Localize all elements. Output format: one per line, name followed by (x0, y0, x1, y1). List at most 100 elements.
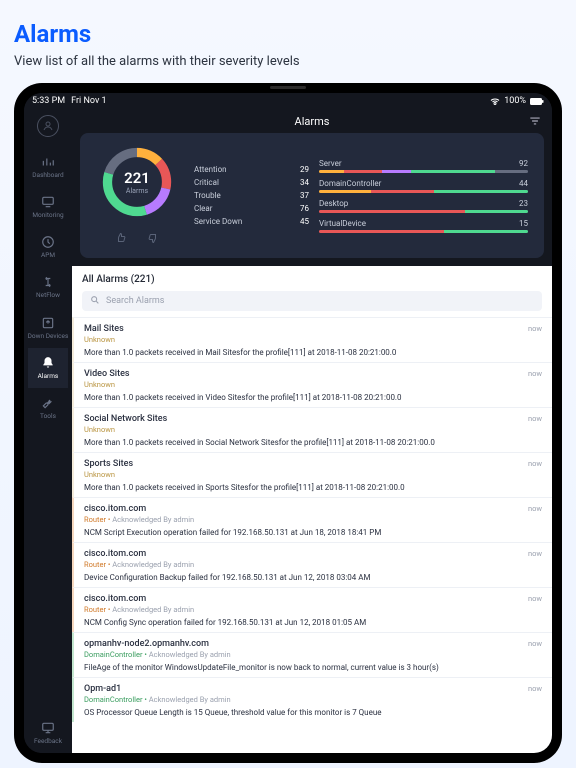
sidebar-item-apm[interactable]: APM (28, 227, 69, 267)
severity-count: 45 (300, 217, 309, 226)
severity-row[interactable]: Critical 34 (194, 178, 309, 187)
category-row[interactable]: VirtualDevice15 (319, 219, 528, 233)
severity-donut-chart: 221 Alarms (98, 143, 176, 221)
alarm-message: More than 1.0 packets received in Video … (84, 393, 542, 402)
alarm-title: Opm-ad1 (84, 684, 121, 694)
sidebar-item-label: Alarms (38, 373, 59, 380)
severity-row[interactable]: Attention 29 (194, 165, 309, 174)
thumbs-up-icon[interactable] (115, 229, 127, 248)
alarm-subtitle: Unknown (84, 380, 542, 389)
status-date: Fri Nov 1 (71, 96, 106, 106)
sidebar-item-label: Tools (40, 413, 56, 420)
alarm-title: Sports Sites (84, 459, 133, 469)
alarm-message: Device Configuration Backup failed for 1… (84, 573, 542, 582)
severity-name: Service Down (194, 217, 242, 226)
alarm-time: now (528, 369, 542, 378)
alarm-item[interactable]: cisco.itom.comnowRouter • Acknowledged B… (72, 587, 552, 632)
alarm-item[interactable]: cisco.itom.comnowRouter • Acknowledged B… (72, 497, 552, 542)
page-subtitle: View list of all the alarms with their s… (14, 54, 562, 69)
alarm-time: now (528, 324, 542, 333)
alarm-title: Mail Sites (84, 324, 124, 334)
category-bar (319, 230, 528, 233)
category-name: DomainController (319, 179, 381, 188)
sidebar-item-label: APM (41, 252, 55, 259)
alarms-list-header: All Alarms (221) (72, 266, 552, 291)
category-count: 23 (519, 199, 528, 208)
filter-icon[interactable] (528, 114, 542, 131)
alarm-subtitle: Unknown (84, 335, 542, 344)
alarm-message: FileAge of the monitor WindowsUpdateFile… (84, 663, 542, 672)
alarm-item[interactable]: cisco.itom.com now Router • Acknowledged B… (72, 542, 552, 587)
sidebar-item-label: Feedback (34, 738, 62, 745)
alarm-item[interactable]: Social Network SitesnowUnknownMore than … (72, 407, 552, 452)
alarm-subtitle: DomainController • Acknowledged By admin (84, 695, 542, 704)
severity-name: Trouble (194, 191, 221, 200)
category-bar (319, 190, 528, 193)
alarm-time: now (528, 594, 542, 603)
summary-card: 221 Alarms (80, 133, 544, 258)
severity-row[interactable]: Clear76 (194, 204, 309, 213)
content: Alarms 221 Alarms (72, 109, 552, 753)
status-battery: 100% (504, 96, 526, 106)
status-time: 5:33 PM (32, 96, 65, 106)
alarm-subtitle: Router • Acknowledged By admin (84, 560, 542, 569)
severity-name: Critical (194, 178, 219, 187)
category-name: VirtualDevice (319, 219, 366, 228)
appbar-title: Alarms (295, 115, 330, 128)
search-input[interactable]: Search Alarms (82, 291, 542, 311)
tablet-frame: 5:33 PM Fri Nov 1 100% (14, 83, 562, 763)
sidebar-item-tools[interactable]: Tools (28, 388, 69, 428)
category-count: 44 (519, 179, 528, 188)
sidebar-item-monitoring[interactable]: Monitoring (28, 187, 69, 227)
sidebar-item-alarms[interactable]: Alarms (28, 348, 69, 388)
alarm-subtitle: Unknown (84, 470, 542, 479)
severity-count: 37 (300, 191, 309, 200)
alarm-title: opmanhv-node2.opmanhv.com (84, 639, 209, 649)
severity-count: 29 (300, 165, 309, 174)
alarm-time: now (528, 684, 542, 693)
alarm-message: More than 1.0 packets received in Mail S… (84, 348, 542, 357)
sidebar-item-label: NetFlow (36, 292, 60, 299)
search-icon (90, 295, 100, 308)
alarm-title: cisco.itom.com (84, 549, 146, 559)
category-name: Server (319, 159, 342, 168)
appbar: Alarms (72, 109, 552, 133)
thumbs-down-icon[interactable] (147, 229, 159, 248)
alarm-time: now (528, 549, 542, 558)
battery-icon (530, 98, 544, 105)
category-name: Desktop (319, 199, 348, 208)
category-row[interactable]: Server 92 (319, 159, 528, 173)
alarm-item[interactable]: Video Sites now Unknown More than 1.0 packe… (72, 362, 552, 407)
wifi-icon (490, 97, 500, 105)
sidebar-item-down-devices[interactable]: Down Devices (28, 308, 69, 348)
severity-row[interactable]: Trouble 37 (194, 191, 309, 200)
sidebar: DashboardMonitoring APM NetFlow Down Device… (24, 109, 72, 753)
sidebar-item-feedback[interactable]: Feedback (24, 713, 72, 753)
severity-row[interactable]: Service Down 45 (194, 217, 309, 226)
sidebar-item-netflow[interactable]: NetFlow (28, 267, 69, 307)
search-placeholder: Search Alarms (106, 296, 164, 306)
alarm-item[interactable]: opmanhv-node2.opmanhv.comnowDomainContro… (72, 632, 552, 677)
alarms-list: All Alarms (221) Search Alarms Mail Site… (72, 266, 552, 753)
category-bar (319, 170, 528, 173)
alarm-subtitle: Router • Acknowledged By admin (84, 515, 542, 524)
alarm-message: More than 1.0 packets received in Sports… (84, 483, 542, 492)
category-count: 92 (519, 159, 528, 168)
category-list: Server 92 DomainController 44 Desktop 23 Virtu… (319, 159, 534, 233)
alarm-time: now (528, 504, 542, 513)
alarm-message: OS Processor Queue Length is 15 Queue, t… (84, 708, 542, 717)
alarm-item[interactable]: Mail Sites now Unknown More than 1.0 packet… (72, 317, 552, 362)
alarm-time: now (528, 459, 542, 468)
alarm-title: Video Sites (84, 369, 130, 379)
sidebar-item-dashboard[interactable]: Dashboard (28, 147, 69, 187)
severity-count: 34 (300, 178, 309, 187)
severity-name: Attention (194, 165, 227, 174)
alarm-item[interactable]: Opm-ad1 now DomainController • Acknowledge… (72, 677, 552, 722)
alarm-message: NCM Config Sync operation failed for 192… (84, 618, 542, 627)
alarm-subtitle: Unknown (84, 425, 542, 434)
alarm-subtitle: Router • Acknowledged By admin (84, 605, 542, 614)
category-row[interactable]: DomainController 44 (319, 179, 528, 193)
category-row[interactable]: Desktop 23 (319, 199, 528, 213)
alarm-item[interactable]: Sports Sites now Unknown More than 1.0 pack… (72, 452, 552, 497)
avatar[interactable] (37, 115, 59, 137)
